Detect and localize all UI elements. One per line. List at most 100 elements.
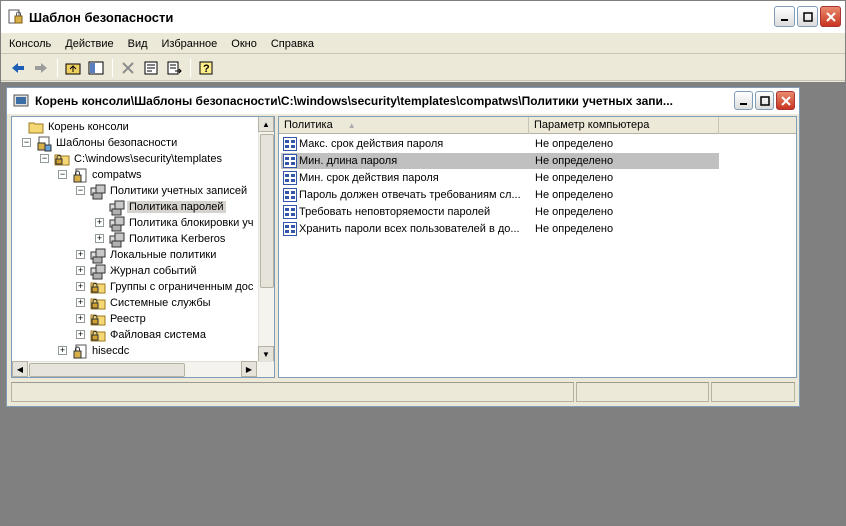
computer-setting-cell: Не определено xyxy=(535,155,614,167)
menu-help[interactable]: Справка xyxy=(265,38,320,50)
scroll-down-button[interactable]: ▼ xyxy=(258,346,274,362)
tree-node[interactable]: − Политики учетных записей xyxy=(76,183,249,200)
folder-lock-icon xyxy=(90,296,106,310)
collapse-minus-icon[interactable]: − xyxy=(58,170,67,179)
back-button[interactable] xyxy=(7,57,29,79)
minimize-icon xyxy=(780,18,788,21)
tree-node[interactable]: + Локальные политики xyxy=(76,247,218,264)
tree-node[interactable]: Корень консоли xyxy=(28,119,131,135)
policy-icon xyxy=(109,232,125,248)
expand-plus-icon[interactable]: + xyxy=(76,314,85,323)
toolbar-separator xyxy=(112,58,113,77)
list-item[interactable]: Пароль должен отвечать требованиям сл...… xyxy=(281,187,719,203)
tree-vertical-scrollbar[interactable]: ▲ ▼ xyxy=(258,117,274,362)
tree-node[interactable]: Политика паролей xyxy=(109,199,226,216)
properties-button[interactable] xyxy=(140,57,162,79)
policy-setting-icon xyxy=(283,205,297,219)
child-close-button[interactable] xyxy=(776,91,795,110)
tree-node-label: C:\windows\security\templates xyxy=(74,153,222,165)
column-header-computer-setting[interactable]: Параметр компьютера xyxy=(529,117,719,134)
close-icon xyxy=(825,11,836,22)
svg-text:?: ? xyxy=(203,63,210,75)
tree-horizontal-scrollbar[interactable]: ◀ ▶ xyxy=(12,361,274,377)
forward-button[interactable] xyxy=(30,57,52,79)
tree-node-label: Локальные политики xyxy=(110,249,217,261)
tree-node[interactable]: + Файловая система xyxy=(76,327,208,343)
tree-node[interactable]: + hisecdc xyxy=(58,343,131,359)
minimize-icon xyxy=(739,102,747,105)
child-window-title: Корень консоли\Шаблоны безопасности\C:\w… xyxy=(35,94,673,108)
expand-plus-icon[interactable]: + xyxy=(95,234,104,243)
menu-console[interactable]: Консоль xyxy=(3,38,57,50)
tree-node-label: Группы с ограниченным дос xyxy=(110,281,254,293)
list-header: Политика ▲ Параметр компьютера xyxy=(279,117,796,134)
tree-node[interactable]: + Политика Kerberos xyxy=(95,231,227,248)
tree-node[interactable]: + Группы с ограниченным дос xyxy=(76,279,255,295)
menu-view[interactable]: Вид xyxy=(122,38,154,50)
close-icon xyxy=(780,95,791,106)
list-item[interactable]: Макс. срок действия пароля Не определено xyxy=(281,136,719,152)
policy-setting-icon xyxy=(283,222,297,236)
list-item[interactable]: Мин. срок действия пароля Не определено xyxy=(281,170,719,186)
tree-node[interactable]: − C:\windows\security\templates xyxy=(40,151,224,167)
collapse-minus-icon[interactable]: − xyxy=(76,186,85,195)
template-icon xyxy=(72,168,88,183)
expand-plus-icon[interactable]: + xyxy=(95,218,104,227)
policy-name-cell: Пароль должен отвечать требованиям сл... xyxy=(299,189,521,201)
tree-node-label: Системные службы xyxy=(110,297,211,309)
scroll-left-button[interactable]: ◀ xyxy=(12,361,28,377)
list-item[interactable]: Требовать неповторяемости паролей Не опре… xyxy=(281,204,719,220)
scroll-up-button[interactable]: ▲ xyxy=(258,117,274,132)
security-template-app-icon xyxy=(7,9,23,25)
up-level-button[interactable] xyxy=(62,57,84,79)
collapse-minus-icon[interactable]: − xyxy=(22,138,31,147)
list-item[interactable]: Мин. длина пароля Не определено xyxy=(281,153,719,169)
tree-node[interactable]: + Политика блокировки уч xyxy=(95,215,256,232)
delete-button[interactable] xyxy=(117,57,139,79)
menu-window[interactable]: Окно xyxy=(225,38,263,50)
list-item[interactable]: Хранить пароли всех пользователей в до..… xyxy=(281,221,719,237)
tree-node[interactable]: + Реестр xyxy=(76,311,148,327)
policy-list[interactable]: Политика ▲ Параметр компьютера Макс. сро… xyxy=(278,116,797,378)
main-window: Шаблон безопасности Консоль Действие Вид… xyxy=(0,0,846,526)
toolbar-separator xyxy=(190,58,191,77)
collapse-minus-icon[interactable]: − xyxy=(40,154,49,163)
expand-plus-icon[interactable]: + xyxy=(76,298,85,307)
tree-node[interactable]: + Журнал событий xyxy=(76,263,198,280)
expand-plus-icon[interactable]: + xyxy=(76,330,85,339)
back-arrow-icon xyxy=(12,62,24,73)
column-header-policy[interactable]: Политика ▲ xyxy=(279,117,529,134)
console-child-window: Корень консоли\Шаблоны безопасности\C:\w… xyxy=(6,87,800,407)
status-pane-2 xyxy=(576,382,709,402)
minimize-button[interactable] xyxy=(774,6,795,27)
child-maximize-button[interactable] xyxy=(755,91,774,110)
policy-icon xyxy=(90,184,106,200)
help-button[interactable]: ? xyxy=(195,57,217,79)
maximize-button[interactable] xyxy=(797,6,818,27)
close-button[interactable] xyxy=(820,6,841,27)
menu-favorites[interactable]: Избранное xyxy=(156,38,224,50)
console-tree[interactable]: Корень консоли − Шаблоны безопасности − C:\w… xyxy=(11,116,275,378)
scroll-right-button[interactable]: ▶ xyxy=(241,361,257,377)
horizontal-scroll-thumb[interactable] xyxy=(29,363,185,377)
mdi-workspace: Корень консоли\Шаблоны безопасности\C:\w… xyxy=(1,82,845,525)
policy-setting-icon xyxy=(283,137,297,151)
tree-node[interactable]: − Шаблоны безопасности xyxy=(22,135,179,152)
expand-plus-icon[interactable]: + xyxy=(76,266,85,275)
computer-setting-cell: Не определено xyxy=(535,189,614,201)
expand-plus-icon[interactable]: + xyxy=(76,282,85,291)
tree-node[interactable]: − compatws xyxy=(58,167,144,183)
status-bar xyxy=(11,382,797,402)
child-minimize-button[interactable] xyxy=(734,91,753,110)
expand-plus-icon[interactable]: + xyxy=(76,250,85,259)
expand-plus-icon[interactable]: + xyxy=(58,346,67,355)
export-list-button[interactable] xyxy=(163,57,185,79)
chevron-down-icon: ▼ xyxy=(262,349,270,359)
tree-node[interactable]: + Системные службы xyxy=(76,295,213,311)
show-hide-tree-button[interactable] xyxy=(85,57,107,79)
vertical-scroll-thumb[interactable] xyxy=(260,134,274,288)
title-bar[interactable]: Шаблон безопасности xyxy=(1,1,845,33)
policy-icon xyxy=(90,264,106,280)
menu-action[interactable]: Действие xyxy=(59,38,119,50)
child-title-bar[interactable]: Корень консоли\Шаблоны безопасности\C:\w… xyxy=(7,88,799,114)
